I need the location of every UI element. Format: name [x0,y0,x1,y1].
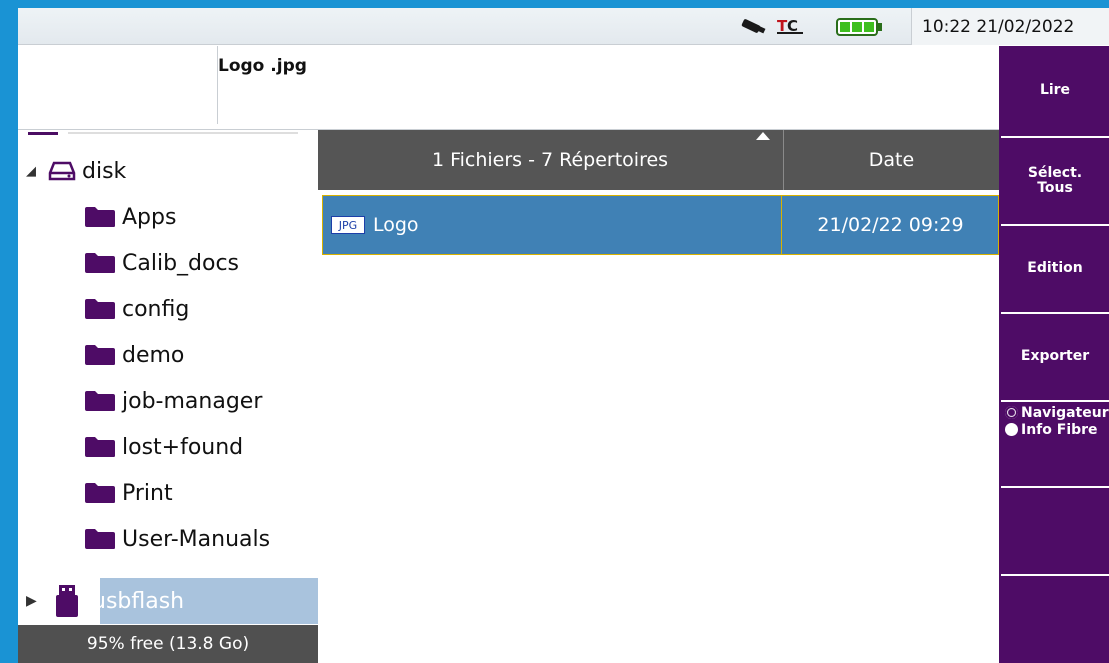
clock: 10:22 21/02/2022 [922,17,1075,37]
free-space-indicator: 95% free (13.8 Go) [18,625,318,663]
tree-item-folder[interactable]: config [18,286,318,332]
folder-icon [84,528,116,550]
export-button[interactable]: Exporter [1001,314,1109,402]
radio-fiber-info[interactable]: Info Fibre [1005,421,1109,438]
tree-accent-line [28,132,58,135]
clock-area: 10:22 21/02/2022 [911,8,1109,45]
file-name: Logo [373,214,419,236]
tree-item-disk[interactable]: ◢ disk [18,148,318,194]
tree-item-label: demo [122,342,185,368]
edit-button[interactable]: Edition [1001,226,1109,314]
folder-icon [84,252,116,274]
export-button-label: Exporter [1020,348,1090,365]
file-date-cell: 21/02/22 09:29 [783,196,998,254]
read-button-label: Lire [1039,82,1071,99]
select-all-button[interactable]: Sélect. Tous [1001,138,1109,226]
radio-fiber-info-label: Info Fibre [1021,421,1098,438]
usb-stick-icon [741,19,766,34]
tree-item-label: Print [122,480,173,506]
file-name-bar: Logo .jpg [18,46,999,130]
window-frame-left [0,0,18,663]
radio-navigate[interactable]: Navigateur [1005,404,1109,421]
expand-caret-icon[interactable]: ◢ [26,164,44,179]
file-list[interactable]: 1 Fichiers - 7 Répertoires Date JPG Logo… [318,130,999,663]
usb-drive-icon [56,585,78,617]
folder-icon [84,206,116,228]
preview-cell [18,46,218,124]
column-header-name[interactable]: 1 Fichiers - 7 Répertoires [318,130,782,190]
tree-item-label: usbflash [92,588,185,614]
column-header-date-label: Date [868,149,915,171]
tree-item-label: User-Manuals [122,526,271,552]
tree-item-folder[interactable]: User-Manuals [18,516,318,562]
folder-icon [84,298,116,320]
radio-unchecked-icon[interactable] [1005,406,1018,419]
select-all-label-line1: Sélect. [1027,164,1083,181]
folder-icon [84,482,116,504]
selected-file-name: Logo .jpg [218,56,307,76]
tree-item-usbflash[interactable]: ▶ usbflash [18,578,318,624]
tree-item-folder[interactable]: lost+found [18,424,318,470]
radio-navigate-label: Navigateur [1021,404,1109,421]
file-list-header: 1 Fichiers - 7 Répertoires Date [318,130,999,190]
tree-item-label: lost+found [122,434,244,460]
collapse-caret-icon[interactable]: ▶ [26,593,44,609]
tree-item-label: Calib_docs [122,250,240,276]
column-header-name-label: 1 Fichiers - 7 Répertoires [431,149,669,171]
status-bar: T C 10:22 21/02/2022 [18,8,1109,45]
tree-item-folder[interactable]: Apps [18,194,318,240]
tree-item-label: Apps [122,204,177,230]
battery-full-icon [836,18,882,36]
edit-button-label: Edition [1027,260,1083,277]
tree-item-folder[interactable]: job-manager [18,378,318,424]
folder-icon [84,436,116,458]
tc-logo-icon: T C [777,17,803,35]
table-row[interactable]: JPG Logo 21/02/22 09:29 [322,195,999,255]
folder-icon [84,390,116,412]
tree-divider [68,132,298,134]
read-button[interactable]: Lire [1001,46,1109,138]
select-all-label-line2: Tous [1037,180,1073,196]
hard-disk-icon [48,161,76,181]
folder-icon [84,344,116,366]
tree-item-folder[interactable]: Calib_docs [18,240,318,286]
window-frame-top [0,0,1109,8]
empty-softkey[interactable] [1001,488,1109,576]
jpg-file-icon: JPG [331,216,365,234]
empty-softkey[interactable] [1001,576,1109,663]
tree-item-folder[interactable]: Print [18,470,318,516]
free-space-text: 95% free (13.8 Go) [86,634,250,654]
tree-item-label: disk [82,158,127,184]
radio-checked-icon[interactable] [1005,423,1018,436]
side-menu: Lire Sélect. Tous Edition Exporter Navig… [999,46,1109,663]
tree-item-label: config [122,296,190,322]
file-name-cell: JPG Logo [323,196,782,254]
tree-item-label: job-manager [122,388,263,414]
tree-item-folder[interactable]: demo [18,332,318,378]
sort-ascending-icon [756,132,770,140]
column-header-date[interactable]: Date [783,130,999,190]
directory-tree[interactable]: ◢ disk Apps Calib_docs config demo job-m… [18,130,318,625]
mode-radio-group[interactable]: Navigateur Info Fibre [1001,402,1109,488]
file-date: 21/02/22 09:29 [817,214,964,236]
